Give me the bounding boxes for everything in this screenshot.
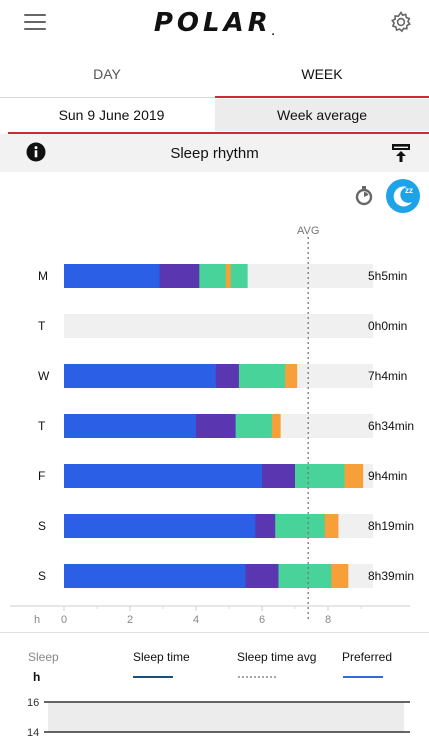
x-tick-label: 8	[325, 614, 331, 626]
sleep-total-label: 5h5min	[368, 269, 407, 283]
sleep-segment-green	[238, 364, 286, 388]
tab-week[interactable]: WEEK	[215, 56, 429, 96]
day-label: S	[38, 569, 46, 583]
x-axis-unit: h	[34, 614, 40, 626]
sleep-segment-purple	[215, 364, 240, 388]
sleep-segment-green	[235, 414, 273, 438]
legend-preferred[interactable]: Preferred	[342, 650, 392, 664]
sleep-total-label: 0h0min	[368, 319, 407, 333]
sleep-toggle-icon[interactable]	[386, 179, 420, 213]
sleep-segment-deep-blue	[64, 364, 217, 388]
sleep-segment-deep-blue	[64, 564, 246, 588]
sleep-total-label: 7h4min	[368, 369, 407, 383]
export-icon[interactable]	[390, 142, 412, 164]
sleep-segment-orange	[271, 414, 281, 438]
day-label: W	[38, 369, 50, 383]
sleep-segment-purple	[245, 564, 279, 588]
sleep-segment-green	[295, 464, 345, 488]
legend-axis-title: Sleep	[28, 650, 59, 664]
y-tick-label: 14	[27, 727, 39, 739]
legend-divider	[0, 632, 429, 633]
sleep-segment-purple	[196, 414, 237, 438]
sleep-segment-orange	[285, 364, 298, 388]
day-label: T	[38, 319, 46, 333]
sleep-segment-deep-blue	[64, 414, 197, 438]
sleep-segment-orange	[331, 564, 349, 588]
section-title: Sleep rhythm	[170, 145, 259, 162]
sleep-segment-green	[199, 264, 227, 288]
sleep-rhythm-chart: zz M 5h5min T 0h0min W 7h4min T 6h34min F 9h4min S 8…	[10, 179, 420, 626]
sleep-rhythm-header: Sleep rhythm	[0, 134, 429, 172]
bar-track	[64, 314, 373, 338]
date-option[interactable]: Sun 9 June 2019	[8, 99, 215, 131]
legend-sleep-time-swatch	[133, 676, 173, 678]
legend-axis-unit: h	[33, 670, 41, 684]
sleep-total-label: 9h4min	[368, 469, 407, 483]
sleep-segment-purple	[262, 464, 296, 488]
stopwatch-toggle-icon[interactable]	[355, 186, 373, 206]
sleep-segment-orange	[324, 514, 339, 538]
top-bar: POLAR.	[0, 0, 429, 48]
legend-preferred-swatch	[343, 676, 383, 678]
day-week-tabs: DAY WEEK	[0, 56, 429, 96]
x-tick-label: 4	[193, 614, 199, 626]
sleep-time-graph: 16 14	[27, 697, 410, 739]
sleep-segment-purple	[255, 514, 276, 538]
legend-sleep-time[interactable]: Sleep time	[133, 650, 190, 664]
legend-sleep-time-avg-swatch	[238, 676, 276, 678]
y-tick-label: 16	[27, 697, 39, 709]
period-selector: Sun 9 June 2019 Week average	[8, 99, 429, 131]
sleep-total-label: 8h39min	[368, 569, 414, 583]
sleep-total-label: 6h34min	[368, 419, 414, 433]
tab-day[interactable]: DAY	[0, 56, 214, 96]
x-tick-label: 6	[259, 614, 265, 626]
settings-gear-icon[interactable]	[389, 10, 413, 34]
legend-sleep-time-avg[interactable]: Sleep time avg	[237, 650, 316, 664]
sleep-segment-deep-blue	[64, 514, 256, 538]
polar-logo: POLAR.	[153, 8, 276, 38]
sleep-segment-purple	[159, 264, 200, 288]
sleep-segment-green	[275, 514, 326, 538]
preferred-range-band	[48, 702, 404, 732]
sleep-segment-orange	[225, 264, 232, 288]
sleep-segment-green	[278, 564, 332, 588]
day-label: F	[38, 469, 45, 483]
tab-active-indicator	[215, 96, 429, 98]
x-tick-label: 0	[61, 614, 67, 626]
sleep-z-glyph: zz	[405, 186, 413, 195]
week-average-option[interactable]: Week average	[215, 99, 429, 131]
day-label: M	[38, 269, 48, 283]
x-tick-label: 2	[127, 614, 133, 626]
sleep-segment-orange	[344, 464, 364, 488]
sleep-segment-green	[230, 264, 248, 288]
avg-label: AVG	[297, 225, 319, 237]
day-label: S	[38, 519, 46, 533]
sleep-segment-deep-blue	[64, 264, 161, 288]
day-label: T	[38, 419, 46, 433]
sleep-total-label: 8h19min	[368, 519, 414, 533]
sleep-segment-deep-blue	[64, 464, 263, 488]
